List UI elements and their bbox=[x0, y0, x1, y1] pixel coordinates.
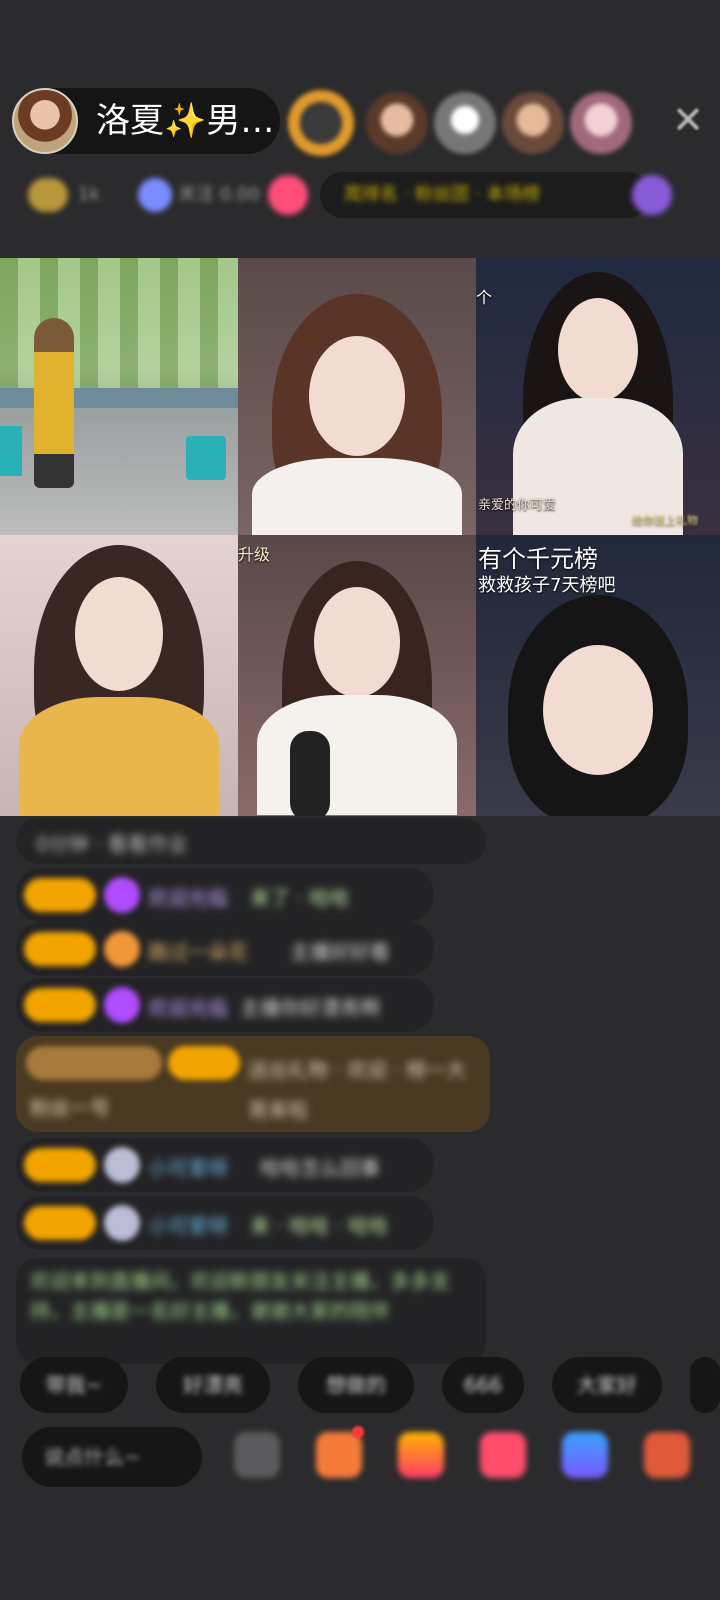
chat-username[interactable]: 小可爱呀 bbox=[148, 1210, 228, 1239]
video-grid: 个 亲爱的你可爱 给你送上礼物 升级 有个千元榜 救救孩子7天榜吧 bbox=[0, 258, 720, 816]
chat-username[interactable]: 欢迎光临 bbox=[148, 882, 228, 911]
fan-icon bbox=[104, 931, 140, 967]
heart-gift-icon[interactable] bbox=[480, 1432, 526, 1478]
quick-reply-label: 带我~ bbox=[45, 1373, 103, 1397]
video-tile[interactable] bbox=[0, 535, 238, 816]
chat-message[interactable]: 欢迎光临 来了 · 哈哈 bbox=[16, 868, 434, 922]
quick-reply-button[interactable]: 想做的 bbox=[298, 1357, 414, 1413]
tile-overlay-text: 升级 bbox=[238, 545, 271, 564]
quick-reply-button[interactable]: 好漂亮 bbox=[156, 1357, 270, 1413]
tile-overlay-text: 个 bbox=[476, 288, 493, 307]
host-name: 洛夏✨男… bbox=[96, 101, 275, 141]
diamond-icon bbox=[104, 987, 140, 1023]
rank-pill[interactable]: 周排名 · 粉丝团 · 本场榜 bbox=[320, 172, 650, 218]
chat-text: 0分钟 · 看看作业 bbox=[36, 832, 188, 856]
quick-reply-button[interactable]: 666 bbox=[442, 1357, 524, 1413]
fan-badge bbox=[24, 878, 96, 912]
game-icon[interactable] bbox=[562, 1432, 608, 1478]
video-tile[interactable]: 个 亲爱的你可爱 给你送上礼物 bbox=[476, 258, 720, 535]
tile-overlay-text: 亲爱的你可爱 bbox=[478, 498, 557, 513]
chat-username[interactable]: 粉丝一号 bbox=[30, 1092, 110, 1121]
more-icon[interactable] bbox=[644, 1432, 690, 1478]
viewer-avatar[interactable] bbox=[570, 92, 632, 154]
chat-text: 来 · 哈哈 · 哈哈 bbox=[250, 1214, 389, 1238]
user-avatar[interactable] bbox=[104, 1147, 140, 1183]
chat-message[interactable]: 小可爱呀 哈哈怎么回事 bbox=[16, 1138, 434, 1192]
quick-reply-label: 想做的 bbox=[326, 1373, 386, 1397]
host-pill[interactable]: 洛夏✨男… bbox=[12, 88, 280, 154]
fan-badge bbox=[24, 1148, 96, 1182]
chat-username[interactable]: 欢迎光临 bbox=[148, 992, 228, 1021]
stats-row: 1k 关注 0.00 周排名 · 粉丝团 · 本场榜 bbox=[20, 172, 700, 218]
tile-overlay-text: 有个千元榜 bbox=[478, 545, 598, 573]
video-tile[interactable] bbox=[238, 258, 476, 535]
fan-badge bbox=[24, 988, 96, 1022]
chat-message[interactable]: 小可爱呀 来 · 哈哈 · 哈哈 bbox=[16, 1196, 434, 1250]
quick-reply-label: 好漂亮 bbox=[183, 1373, 243, 1397]
fans-icon bbox=[138, 178, 172, 212]
viewer-avatar[interactable] bbox=[502, 92, 564, 154]
chat-message[interactable]: 路过一朵花 主播好好看 bbox=[16, 922, 434, 976]
viewer-avatar[interactable] bbox=[434, 92, 496, 154]
video-tile[interactable] bbox=[0, 258, 238, 535]
diamond-icon bbox=[104, 877, 140, 913]
heart-icon[interactable] bbox=[268, 175, 308, 215]
gift-icon[interactable] bbox=[632, 175, 672, 215]
notification-dot bbox=[352, 1426, 364, 1438]
chat-message-highlight[interactable]: 送出礼物 · 欢迎 · 榜一大哥来啦 粉丝一号 bbox=[16, 1036, 490, 1132]
tile-overlay-text: 给你送上礼物 bbox=[632, 514, 698, 527]
video-tile[interactable]: 有个千元榜 救救孩子7天榜吧 bbox=[476, 535, 720, 816]
chat-text: 来了 · 哈哈 bbox=[250, 886, 350, 910]
system-notice-text: 欢迎来到直播间，欢迎新朋友关注主播，多多支持，主播是一名好主播，谢谢大家的陪伴 bbox=[30, 1269, 450, 1323]
video-tile[interactable]: 升级 bbox=[238, 535, 476, 816]
chat-text: 送出礼物 · 欢迎 · 榜一大哥来啦 bbox=[248, 1058, 467, 1122]
chat-text: 哈哈怎么回事 bbox=[260, 1156, 380, 1180]
fans-count: 关注 0.00 bbox=[178, 184, 260, 205]
level-badge bbox=[26, 1046, 162, 1080]
host-avatar[interactable] bbox=[12, 88, 78, 154]
quick-reply-button[interactable] bbox=[690, 1357, 720, 1413]
fan-badge bbox=[168, 1046, 240, 1080]
shop-icon[interactable] bbox=[316, 1432, 362, 1478]
chat-username[interactable]: 路过一朵花 bbox=[148, 936, 248, 965]
level-badge bbox=[28, 178, 68, 212]
fan-badge bbox=[24, 1206, 96, 1240]
chat-message[interactable]: 欢迎光临 主播你好漂亮啊 bbox=[16, 978, 434, 1032]
viewer-avatar[interactable] bbox=[288, 90, 354, 156]
viewer-avatar[interactable] bbox=[366, 92, 428, 154]
quick-reply-label: 大家好 bbox=[577, 1373, 637, 1397]
chat-message[interactable]: 0分钟 · 看看作业 bbox=[16, 818, 486, 864]
quick-reply-button[interactable]: 大家好 bbox=[552, 1357, 662, 1413]
close-icon[interactable]: ✕ bbox=[668, 100, 708, 140]
chat-username[interactable]: 小可爱呀 bbox=[148, 1152, 228, 1181]
system-notice: 欢迎来到直播间，欢迎新朋友关注主播，多多支持，主播是一名好主播，谢谢大家的陪伴 bbox=[16, 1258, 486, 1364]
emoji-icon[interactable] bbox=[234, 1432, 280, 1478]
chat-text: 主播好好看 bbox=[290, 940, 390, 964]
gift-box-icon[interactable] bbox=[398, 1432, 444, 1478]
comment-input[interactable]: 说点什么~ bbox=[22, 1427, 202, 1487]
likes-count: 1k bbox=[78, 184, 100, 205]
user-avatar[interactable] bbox=[104, 1205, 140, 1241]
quick-reply-button[interactable]: 带我~ bbox=[20, 1357, 128, 1413]
rank-text: 周排名 · 粉丝团 · 本场榜 bbox=[344, 184, 541, 205]
comment-placeholder: 说点什么~ bbox=[44, 1445, 141, 1469]
chat-text: 主播你好漂亮啊 bbox=[240, 996, 380, 1020]
fan-badge bbox=[24, 932, 96, 966]
quick-reply-label: 666 bbox=[463, 1373, 503, 1397]
tile-overlay-text: 救救孩子7天榜吧 bbox=[478, 575, 616, 596]
